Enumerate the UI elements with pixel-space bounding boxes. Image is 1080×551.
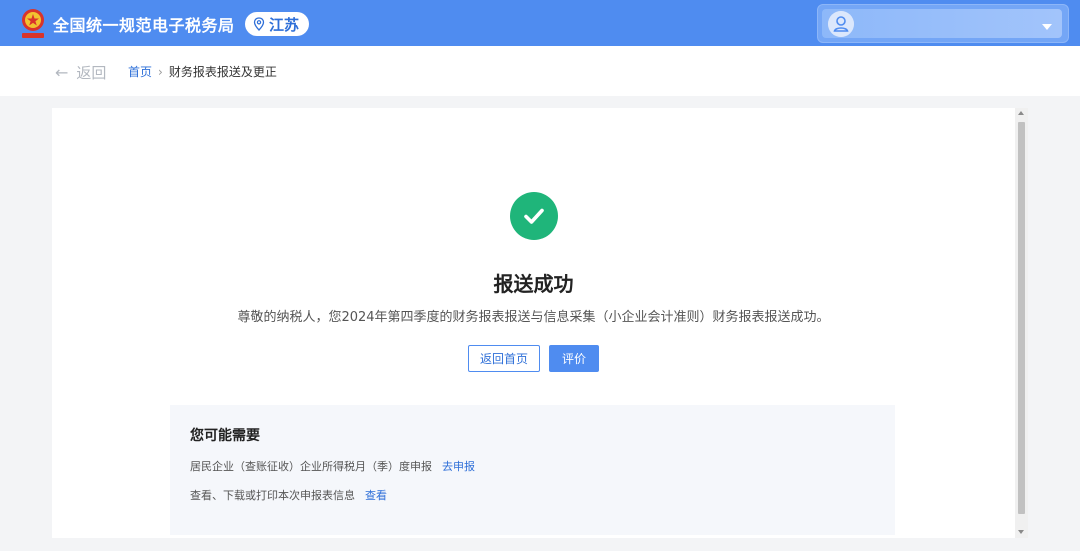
suggestion-item: 居民企业（查账征收）企业所得税月（季）度申报 去申报 xyxy=(190,458,475,474)
suggestion-text: 查看、下载或打印本次申报表信息 xyxy=(190,489,355,502)
result-title: 报送成功 xyxy=(493,272,574,296)
user-menu-inner xyxy=(822,9,1062,38)
result-message: 尊敬的纳税人，您2024年第四季度的财务报表报送与信息采集（小企业会计准则）财务… xyxy=(237,310,830,325)
user-menu[interactable] xyxy=(817,4,1069,43)
breadcrumb-current: 财务报表报送及更正 xyxy=(168,65,277,79)
back-label: 返回 xyxy=(76,64,107,82)
region-label: 江苏 xyxy=(269,15,300,34)
site-title[interactable]: 全国统一规范电子税务局 xyxy=(53,12,235,36)
view-link[interactable]: 查看 xyxy=(365,487,387,503)
success-check-icon xyxy=(510,192,558,240)
user-avatar-icon xyxy=(828,11,854,37)
return-home-button[interactable]: 返回首页 xyxy=(468,345,540,372)
chevron-down-icon[interactable] xyxy=(1042,24,1052,30)
go-declare-link[interactable]: 去申报 xyxy=(442,458,475,474)
suggestion-text: 居民企业（查账征收）企业所得税月（季）度申报 xyxy=(190,460,432,473)
back-button[interactable]: ← 返回 xyxy=(55,62,106,83)
scrollbar-thumb[interactable] xyxy=(1018,122,1025,514)
suggestions-panel: 您可能需要 居民企业（查账征收）企业所得税月（季）度申报 去申报 查看、下载或打… xyxy=(170,405,895,535)
vertical-scrollbar[interactable] xyxy=(1015,108,1028,538)
suggestions-heading: 您可能需要 xyxy=(190,428,260,444)
location-pin-icon xyxy=(253,17,265,31)
suggestion-item: 查看、下载或打印本次申报表信息 查看 xyxy=(190,487,387,503)
top-header: 全国统一规范电子税务局 江苏 xyxy=(0,0,1080,46)
national-emblem-icon xyxy=(22,9,44,38)
result-card: 报送成功 尊敬的纳税人，您2024年第四季度的财务报表报送与信息采集（小企业会计… xyxy=(52,108,1015,538)
arrow-left-icon: ← xyxy=(55,63,69,82)
region-selector[interactable]: 江苏 xyxy=(245,12,310,36)
breadcrumb: 首页 › 财务报表报送及更正 xyxy=(128,63,277,80)
sub-header: ← 返回 首页 › 财务报表报送及更正 xyxy=(0,46,1080,96)
breadcrumb-separator: › xyxy=(158,64,163,79)
scroll-down-icon[interactable] xyxy=(1018,530,1024,534)
rate-button[interactable]: 评价 xyxy=(549,345,599,372)
scroll-up-icon[interactable] xyxy=(1018,111,1024,115)
breadcrumb-home-link[interactable]: 首页 xyxy=(128,63,152,80)
